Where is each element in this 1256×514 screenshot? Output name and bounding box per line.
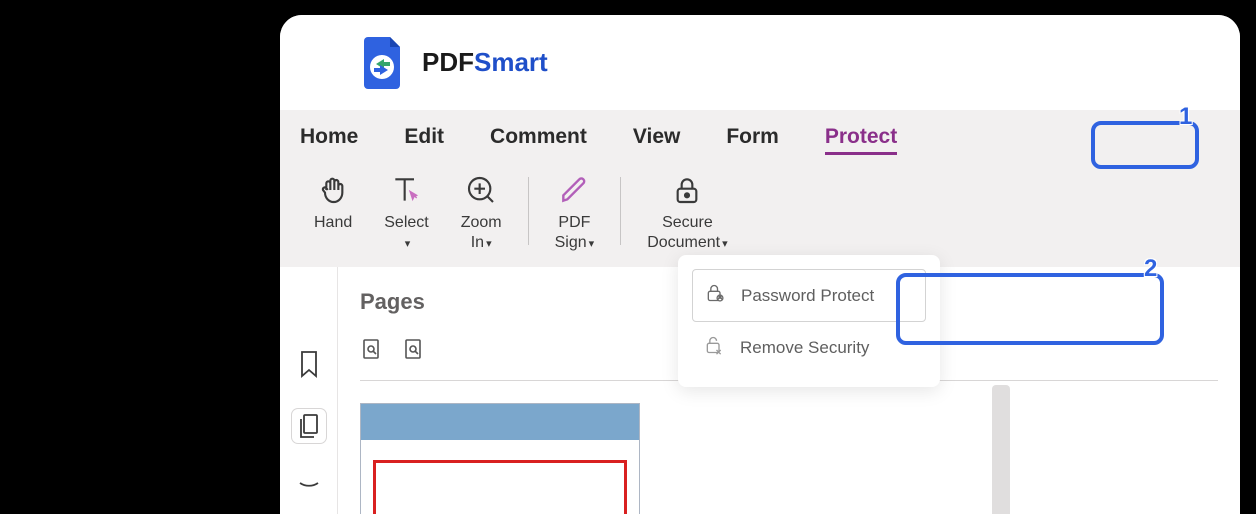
password-protect-item[interactable]: Password Protect xyxy=(692,269,926,322)
pages-rail-item[interactable] xyxy=(292,409,326,443)
app-title-part1: PDF xyxy=(422,47,474,77)
lock-remove-icon xyxy=(704,334,724,361)
pages-icon xyxy=(297,412,321,440)
thumbnail-selection-box xyxy=(373,460,627,514)
pdf-sign-tool[interactable]: PDFSign▾ xyxy=(539,173,611,253)
tab-edit[interactable]: Edit xyxy=(404,125,444,149)
secure-document-tool[interactable]: SecureDocument▾ xyxy=(631,173,743,253)
pdfsmart-logo-icon xyxy=(360,35,408,91)
app-title-part2: Smart xyxy=(474,47,548,77)
toolbar-separator xyxy=(528,177,529,245)
toolbar-separator xyxy=(620,177,621,245)
hand-icon xyxy=(314,173,352,207)
main-tabs: Home Edit Comment View Form Protect xyxy=(280,110,1240,161)
lock-icon xyxy=(668,173,706,207)
scrollbar[interactable] xyxy=(992,385,1010,514)
toolbar: Hand Select▾ ZoomIn▾ xyxy=(280,161,1240,267)
tab-protect[interactable]: Protect xyxy=(825,125,897,149)
tab-view[interactable]: View xyxy=(633,125,680,149)
app-title: PDFSmart xyxy=(422,47,548,78)
hand-tool-label: Hand xyxy=(314,213,352,233)
pencil-icon xyxy=(555,173,593,207)
select-tool[interactable]: Select▾ xyxy=(368,173,444,253)
remove-security-label: Remove Security xyxy=(740,338,869,358)
pdf-sign-tool-label: PDFSign▾ xyxy=(555,213,595,253)
secure-document-dropdown: Password Protect Remove Security xyxy=(678,255,940,387)
remove-security-item[interactable]: Remove Security xyxy=(692,322,926,373)
hand-tool[interactable]: Hand xyxy=(298,173,368,253)
select-icon xyxy=(387,173,425,207)
tab-form[interactable]: Form xyxy=(726,125,779,149)
bookmarks-rail-item[interactable] xyxy=(292,347,326,381)
smile-icon xyxy=(297,481,321,495)
zoom-in-tool-label: ZoomIn▾ xyxy=(461,213,502,253)
page-search-icon[interactable] xyxy=(360,337,384,366)
select-tool-label: Select▾ xyxy=(384,213,428,253)
zoom-in-icon xyxy=(462,173,500,207)
thumbnail-header-band xyxy=(361,404,639,440)
header-logo: PDFSmart xyxy=(280,15,1240,110)
app-window: PDFSmart Home Edit Comment View Form Pro… xyxy=(280,15,1240,514)
content-area: Pages xyxy=(280,267,1240,514)
secure-document-tool-label: SecureDocument▾ xyxy=(647,213,727,253)
password-protect-label: Password Protect xyxy=(741,286,874,306)
app-logo: PDFSmart xyxy=(360,35,548,91)
page-search-2-icon[interactable] xyxy=(402,337,426,366)
zoom-in-tool[interactable]: ZoomIn▾ xyxy=(445,173,518,253)
tab-comment[interactable]: Comment xyxy=(490,125,587,149)
bookmark-icon xyxy=(297,350,321,378)
left-rail xyxy=(280,267,338,514)
more-rail-item[interactable] xyxy=(292,471,326,505)
tab-home[interactable]: Home xyxy=(300,125,358,149)
lock-person-icon xyxy=(705,282,725,309)
page-thumbnail[interactable] xyxy=(360,403,640,514)
pages-panel: Pages xyxy=(338,267,1240,514)
